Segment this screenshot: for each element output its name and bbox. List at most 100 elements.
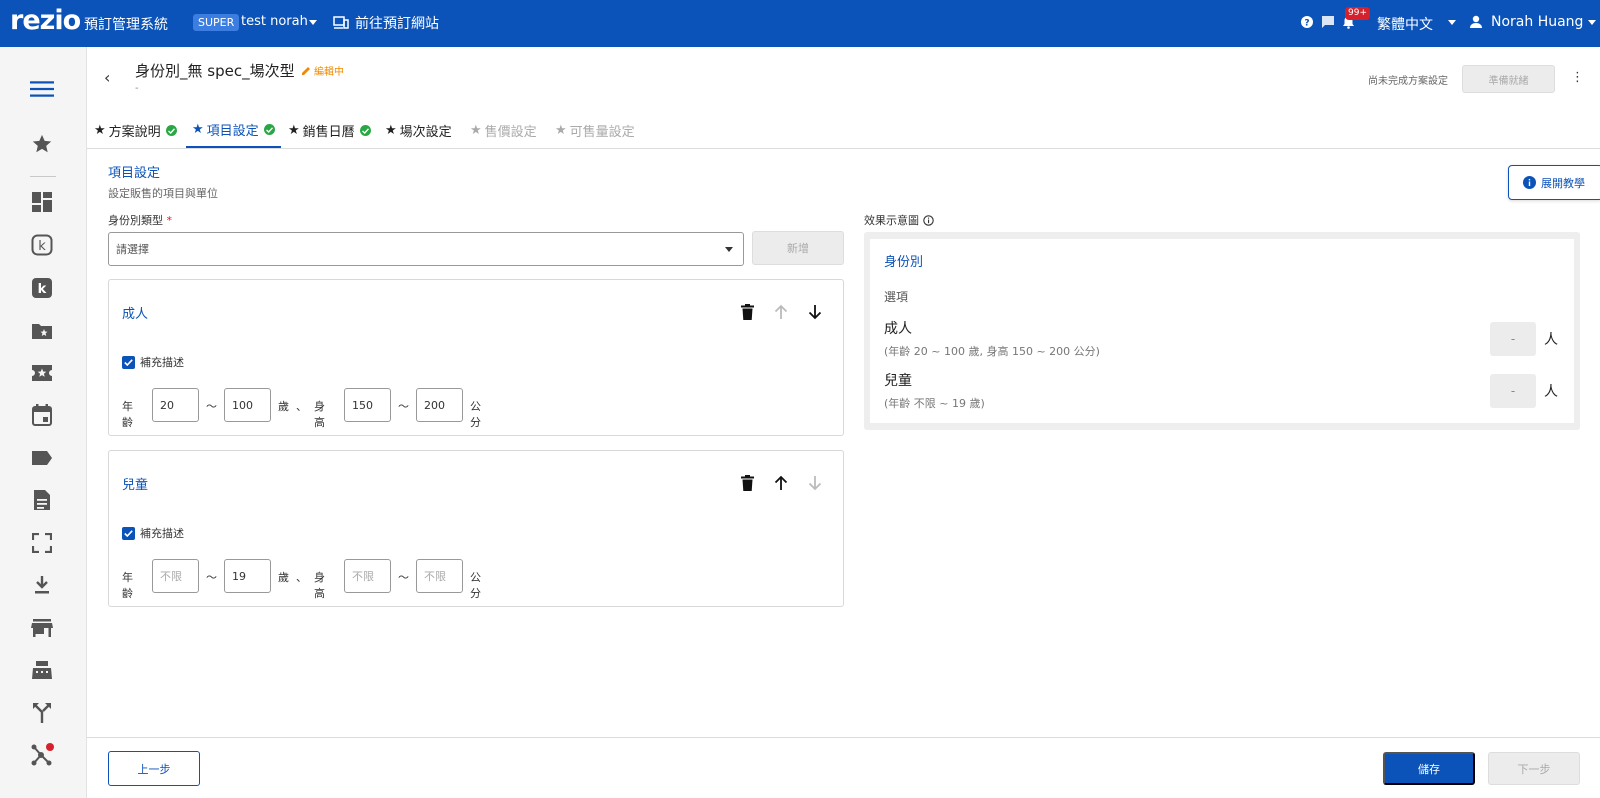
type-field-label: 身份別類型 * [108, 214, 172, 227]
select-placeholder: 請選擇 [116, 243, 149, 256]
star-icon: ★ [555, 123, 567, 138]
save-button[interactable]: 儲存 [1383, 752, 1475, 785]
card-name: 兒童 [122, 478, 149, 493]
move-down-icon[interactable] [805, 302, 825, 322]
info-outline-icon[interactable] [923, 214, 934, 226]
svg-text:k: k [38, 282, 47, 297]
preview-unit: 人 [1544, 332, 1558, 348]
ready-button[interactable]: 準備就緒 [1462, 65, 1555, 93]
preview-title: 身份別 [884, 255, 924, 270]
height-min-input[interactable]: 不限 [344, 559, 391, 593]
store-icon[interactable] [30, 616, 54, 640]
preview-qty-box: - [1490, 374, 1536, 408]
previous-step-button[interactable]: 上一步 [108, 751, 200, 786]
identity-type-select[interactable]: 請選擇 [108, 232, 744, 266]
edit-status[interactable]: 編輯中 [301, 63, 344, 78]
menu-icon[interactable] [30, 77, 54, 101]
tilde: ～ [398, 571, 409, 584]
footer-bar [87, 737, 1600, 798]
rezio-logo[interactable]: rezio [10, 5, 81, 36]
title-subtitle: - [135, 83, 139, 94]
move-up-icon[interactable] [771, 473, 791, 493]
merge-icon[interactable] [30, 701, 54, 725]
height-max-input[interactable]: 不限 [416, 559, 463, 593]
age-unit: 歲 [278, 571, 289, 584]
preview-unit: 人 [1544, 384, 1558, 400]
account-switcher[interactable]: test norah [241, 14, 308, 29]
document-icon[interactable] [30, 488, 54, 512]
user-icon [1470, 15, 1482, 28]
user-caret-icon[interactable] [1588, 20, 1596, 25]
supplement-checkbox[interactable]: 補充描述 [122, 525, 184, 541]
separator: 、 [296, 400, 307, 413]
page-title: 身份別_無 spec_場次型 [135, 62, 295, 80]
language-selector[interactable]: 繁體中文 [1377, 14, 1433, 34]
edit-status-label: 編輯中 [314, 67, 344, 78]
height-min-input[interactable]: 150 [344, 388, 391, 422]
height-label: 身高 [314, 571, 325, 600]
age-max-input[interactable]: 100 [224, 388, 271, 422]
height-unit: 公分 [470, 400, 481, 429]
info-icon [1523, 176, 1536, 189]
label-icon[interactable] [30, 446, 54, 470]
language-caret-icon[interactable] [1448, 20, 1456, 25]
star-icon: ★ [288, 123, 300, 138]
section-title: 項目設定 [108, 166, 161, 181]
account-caret-icon[interactable] [309, 20, 317, 25]
checkbox-checked-icon [122, 526, 135, 540]
tab-session-settings[interactable]: ★ 場次設定 [385, 113, 452, 148]
tilde: ～ [206, 571, 217, 584]
delete-icon[interactable] [737, 473, 757, 493]
age-label: 年齡 [122, 571, 133, 600]
age-unit: 歲 [278, 400, 289, 413]
super-badge: SUPER [193, 14, 240, 31]
cash-register-icon[interactable] [30, 658, 54, 682]
folder-star-icon[interactable] [30, 319, 54, 343]
tab-plan-description[interactable]: ★ 方案說明 [94, 113, 177, 148]
age-label: 年齡 [122, 400, 133, 429]
move-up-icon [771, 302, 791, 322]
back-icon[interactable]: ‹ [104, 68, 110, 87]
tab-sales-calendar[interactable]: ★ 銷售日曆 [288, 113, 371, 148]
chat-icon[interactable] [1321, 15, 1335, 33]
tutorial-label: 展開教學 [1541, 177, 1585, 190]
star-icon: ★ [192, 122, 204, 137]
ticket-star-icon[interactable] [30, 361, 54, 385]
go-to-site-label: 前往預訂網站 [355, 16, 439, 32]
age-max-input[interactable]: 19 [224, 559, 271, 593]
check-icon [359, 125, 371, 136]
add-button[interactable]: 新增 [752, 231, 844, 265]
dashboard-icon[interactable] [30, 190, 54, 214]
tab-label: 銷售日曆 [302, 125, 355, 140]
supplement-checkbox[interactable]: 補充描述 [122, 354, 184, 370]
tab-item-settings[interactable]: ★ 項目設定 [186, 113, 281, 148]
fullscreen-icon[interactable] [30, 531, 54, 555]
download-icon[interactable] [30, 573, 54, 597]
delete-icon[interactable] [737, 302, 757, 322]
tab-price-settings: ★ 售價設定 [470, 113, 537, 148]
go-to-site-link[interactable]: 前往預訂網站 [333, 13, 439, 33]
tilde: ～ [398, 400, 409, 413]
identity-card-adult: 成人 補充描述 年齡 20 ～ 100 歲 、 身高 150 ～ 200 公分 [108, 279, 844, 436]
age-min-input[interactable]: 不限 [152, 559, 199, 593]
preview-label: 效果示意圖 [864, 212, 934, 228]
svg-text:?: ? [1304, 19, 1309, 29]
k-filled-icon[interactable]: k [30, 276, 54, 300]
height-max-input[interactable]: 200 [416, 388, 463, 422]
card-name: 成人 [122, 307, 149, 322]
calendar-icon[interactable] [30, 403, 54, 427]
star-icon: ★ [385, 123, 397, 138]
more-options-icon[interactable]: ⋮ [1571, 70, 1584, 85]
k-outline-icon[interactable]: k [30, 233, 54, 257]
section-description: 設定販售的項目與單位 [108, 187, 218, 200]
network-icon[interactable] [30, 743, 54, 767]
tab-label: 場次設定 [399, 125, 452, 140]
preview-qty-box: - [1490, 322, 1536, 356]
star-icon[interactable] [30, 132, 54, 156]
user-menu[interactable]: Norah Huang [1469, 14, 1583, 30]
sidebar-divider [30, 176, 56, 177]
tutorial-button[interactable]: 展開教學 [1508, 165, 1600, 200]
help-icon[interactable]: ? [1300, 15, 1314, 33]
caret-down-icon [725, 247, 733, 252]
age-min-input[interactable]: 20 [152, 388, 199, 422]
